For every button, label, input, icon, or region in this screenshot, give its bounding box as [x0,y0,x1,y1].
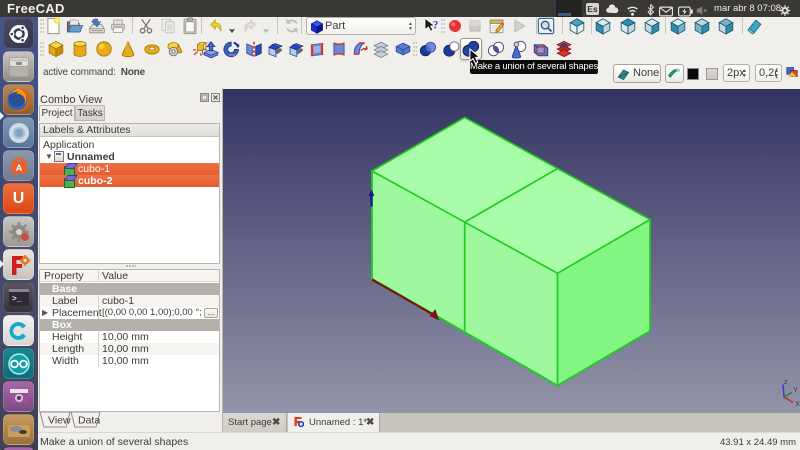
svg-text:z: z [784,377,788,386]
svg-text:Y: Y [793,385,798,394]
svg-text:X: X [795,399,800,408]
svg-text:Data: Data [78,415,100,427]
svg-text:?: ? [433,20,439,32]
svg-text:>_: >_ [12,295,22,304]
svg-text:View: View [48,415,71,427]
svg-text:A: A [15,163,22,173]
